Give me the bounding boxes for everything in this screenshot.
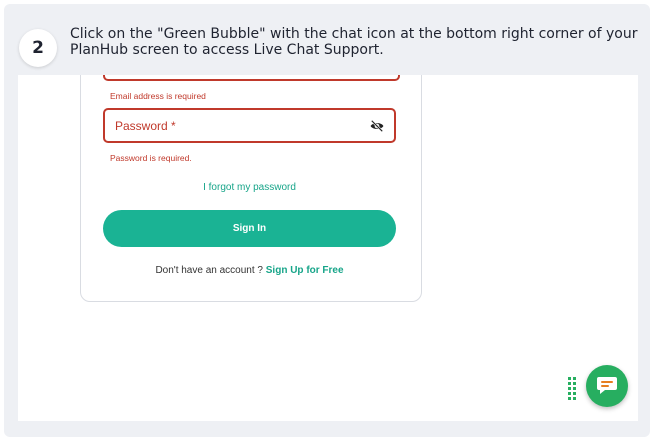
eye-off-icon[interactable] bbox=[370, 119, 384, 133]
live-chat-bubble-button[interactable] bbox=[586, 365, 628, 407]
planhub-screenshot: Email address is required Password * Pas… bbox=[18, 75, 638, 421]
sign-in-button[interactable]: Sign In bbox=[103, 210, 396, 247]
drag-handle-icon[interactable] bbox=[568, 377, 576, 401]
signup-row: Don't have an account ? Sign Up for Free bbox=[103, 265, 396, 276]
sign-up-link[interactable]: Sign Up for Free bbox=[266, 265, 344, 276]
password-placeholder: Password * bbox=[115, 119, 176, 133]
forgot-password-link[interactable]: I forgot my password bbox=[103, 182, 396, 193]
password-error-message: Password is required. bbox=[110, 153, 192, 163]
no-account-text: Don't have an account ? bbox=[155, 265, 263, 276]
step-number-badge: 2 bbox=[19, 29, 57, 67]
email-error-message: Email address is required bbox=[110, 91, 206, 101]
password-field[interactable]: Password * bbox=[103, 108, 396, 143]
chat-bubble-icon bbox=[597, 377, 617, 394]
email-field[interactable] bbox=[103, 75, 400, 81]
step-instruction: Click on the "Green Bubble" with the cha… bbox=[70, 26, 638, 58]
